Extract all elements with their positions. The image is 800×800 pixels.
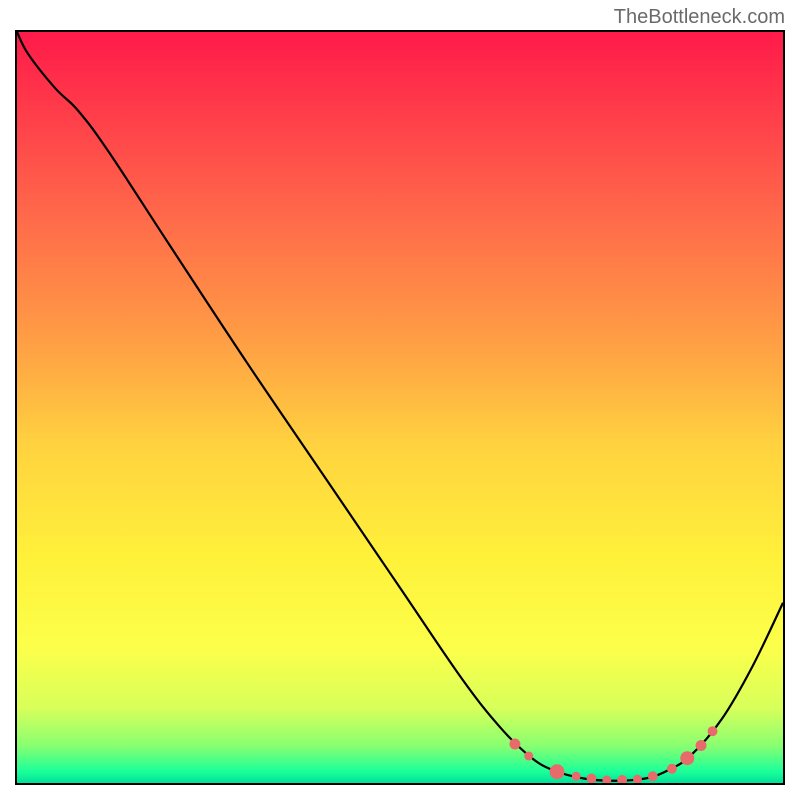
background-gradient xyxy=(17,32,783,783)
watermark-text: TheBottleneck.com xyxy=(614,6,785,29)
plot-area xyxy=(15,30,785,785)
chart-container: TheBottleneck.com xyxy=(0,0,800,800)
